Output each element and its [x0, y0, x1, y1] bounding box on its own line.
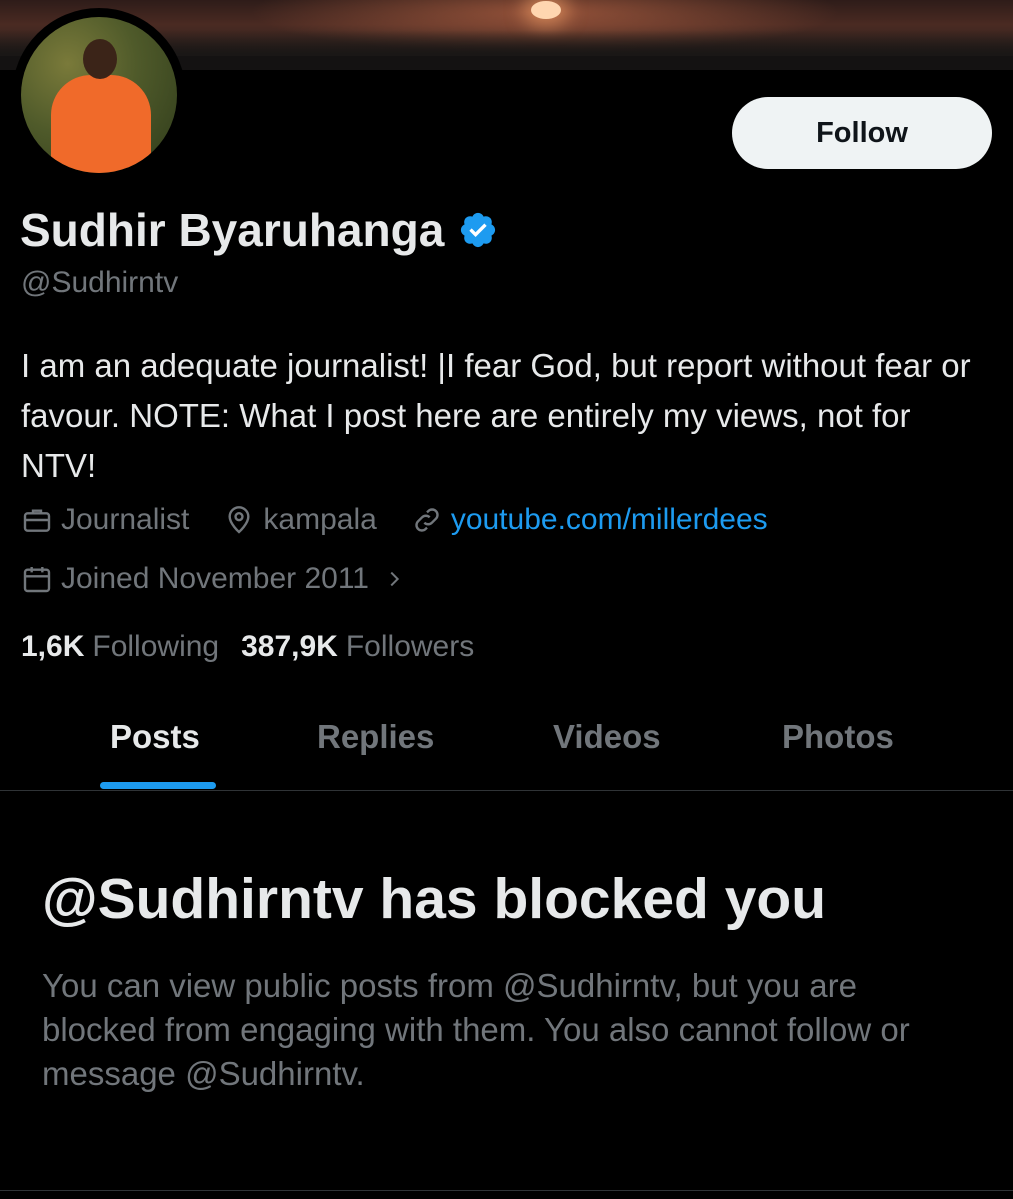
profile-meta-row: Journalist kampala youtube.com/millerdee… [21, 503, 802, 537]
category-item: Journalist [21, 503, 189, 537]
name-row: Sudhir Byaruhanga [20, 200, 498, 260]
display-name: Sudhir Byaruhanga [20, 204, 445, 256]
follow-button[interactable]: Follow [732, 97, 992, 169]
divider [0, 1190, 1013, 1191]
avatar-figure-head [83, 39, 117, 79]
calendar-icon [23, 567, 51, 593]
joined-item[interactable]: Joined November 2011 [21, 562, 369, 596]
follow-counts: 1,6K Following 387,9K Followers [21, 630, 474, 664]
location-item: kampala [223, 503, 377, 537]
user-handle: @Sudhirntv [21, 266, 179, 299]
followers-count: 387,9K [241, 630, 338, 663]
following-count: 1,6K [21, 630, 85, 663]
website-link[interactable]: youtube.com/millerdees [451, 503, 768, 537]
tab-videos[interactable]: Videos [553, 718, 661, 756]
profile-bio: I am an adequate journalist! |I fear God… [21, 347, 971, 484]
location-pin-icon [228, 506, 250, 534]
profile-tabs: Posts Replies Videos Photos [0, 700, 1013, 791]
tab-photos[interactable]: Photos [782, 718, 894, 756]
joined-label: Joined November 2011 [61, 562, 369, 595]
blocked-message: You can view public posts from @Sudhirnt… [42, 967, 910, 1092]
following-count-link[interactable]: 1,6K Following [21, 630, 219, 664]
followers-label: Followers [345, 630, 475, 663]
website-item[interactable]: youtube.com/millerdees [411, 503, 768, 537]
following-label: Following [92, 630, 220, 663]
avatar-figure-body [51, 75, 151, 173]
chevron-right-icon[interactable] [383, 568, 405, 590]
location-label: kampala [263, 503, 377, 536]
banner-sun [531, 1, 561, 19]
followers-count-link[interactable]: 387,9K Followers [241, 630, 474, 664]
tab-replies[interactable]: Replies [317, 718, 434, 756]
link-icon [415, 508, 439, 532]
avatar[interactable] [21, 17, 177, 173]
active-tab-indicator [100, 782, 216, 789]
tab-posts[interactable]: Posts [110, 718, 200, 756]
category-label: Journalist [61, 503, 190, 536]
verified-badge-icon[interactable] [458, 210, 498, 250]
joined-row[interactable]: Joined November 2011 [21, 562, 405, 596]
briefcase-icon [23, 509, 51, 532]
blocked-title: @Sudhirntv has blocked you [42, 867, 827, 931]
